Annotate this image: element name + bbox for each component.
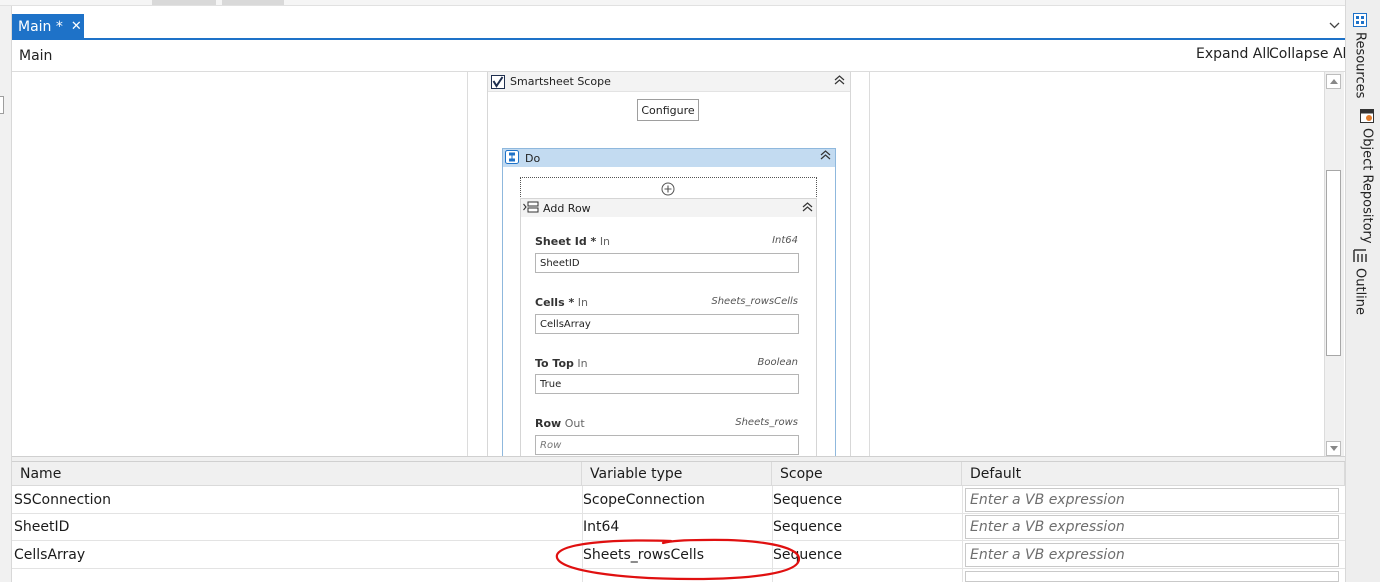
do-sequence-title: Do (525, 151, 541, 165)
default-value-input[interactable] (965, 571, 1339, 582)
close-icon[interactable]: ✕ (71, 19, 82, 34)
side-tab-label: Resources (1352, 32, 1368, 99)
red-annotation-ellipse (555, 538, 801, 581)
tab-main[interactable]: Main * ✕ (12, 14, 84, 39)
to-top-input[interactable]: True (535, 374, 799, 394)
default-value-input[interactable]: Enter a VB expression (965, 488, 1339, 512)
property-direction: In (577, 296, 588, 309)
property-direction: In (599, 235, 611, 248)
cells-input[interactable]: CellsArray (535, 314, 799, 334)
breadcrumb-bar (12, 40, 1345, 72)
collapse-activity-icon[interactable] (802, 202, 813, 215)
collapse-activity-icon[interactable] (834, 75, 845, 88)
property-type: Sheets_rows (735, 417, 798, 428)
scroll-down-arrow-icon[interactable] (1326, 441, 1341, 456)
property-type: Sheets_rowsCells (711, 296, 798, 307)
object-repository-icon (1359, 108, 1375, 124)
property-label: To Top In (535, 357, 588, 370)
property-direction: In (577, 357, 588, 370)
smartsheet-scope-title: Smartsheet Scope (510, 75, 611, 88)
default-value-input[interactable]: Enter a VB expression (965, 515, 1339, 539)
column-header-default[interactable]: Default (962, 462, 1345, 486)
row-divider (12, 513, 1345, 514)
property-label: Cells * In (535, 296, 588, 309)
variable-scope[interactable]: Sequence (773, 487, 842, 513)
column-header-scope[interactable]: Scope (772, 462, 962, 486)
property-type: Int64 (772, 235, 798, 246)
collapse-all-button[interactable]: Collapse All (1269, 46, 1350, 62)
top-strip-tab[interactable] (222, 0, 284, 5)
configure-button[interactable]: Configure (637, 99, 699, 121)
property-name: Row (535, 417, 562, 430)
add-row-header[interactable]: Add Row (521, 199, 816, 217)
breadcrumb[interactable]: Main (19, 48, 52, 64)
top-strip-tab[interactable] (152, 0, 216, 5)
column-header-variable-type[interactable]: Variable type (582, 462, 772, 486)
property-name: Sheet Id * (535, 235, 597, 248)
side-tab-label: Outline (1352, 268, 1368, 316)
expand-all-button[interactable]: Expand All (1196, 46, 1270, 62)
property-type: Boolean (757, 357, 799, 368)
add-row-title: Add Row (543, 201, 591, 215)
add-activity-icon[interactable] (661, 181, 675, 196)
property-label: Sheet Id * In (535, 235, 610, 248)
property-name: To Top (535, 357, 574, 370)
smartsheet-scope-header[interactable]: Smartsheet Scope (488, 72, 850, 92)
collapse-activity-icon[interactable] (820, 150, 831, 163)
add-row-icon (523, 201, 539, 216)
row-output-input[interactable]: Row (535, 435, 799, 455)
default-value-input[interactable]: Enter a VB expression (965, 543, 1339, 567)
property-label: Row Out (535, 417, 585, 430)
variable-type[interactable]: ScopeConnection (583, 487, 705, 513)
variable-name[interactable]: SheetID (14, 514, 69, 540)
do-sequence-header[interactable]: Do (503, 149, 835, 167)
side-tab-object-repository[interactable]: Object Repository (1352, 108, 1380, 244)
designer-canvas-right[interactable] (869, 72, 1324, 456)
variable-name[interactable]: CellsArray (14, 541, 85, 568)
chevron-down-icon[interactable] (1324, 14, 1344, 36)
scrollbar-thumb[interactable] (1326, 170, 1341, 356)
sequence-icon (505, 149, 519, 167)
tab-main-label: Main * (18, 18, 63, 35)
variable-name[interactable]: SSConnection (14, 487, 111, 513)
left-panel-edge (0, 6, 12, 582)
smartsheet-check-icon (491, 74, 505, 89)
side-tab-resources[interactable]: Resources (1352, 12, 1368, 98)
side-tab-label: Object Repository (1359, 128, 1375, 244)
outline-icon (1352, 248, 1368, 264)
scroll-up-arrow-icon[interactable] (1326, 74, 1341, 89)
sheet-id-input[interactable]: SheetID (535, 253, 799, 273)
property-direction: Out (564, 417, 585, 430)
column-header-name[interactable]: Name (12, 462, 582, 486)
left-panel-handle[interactable] (0, 96, 4, 114)
side-tab-outline[interactable]: Outline (1352, 248, 1368, 315)
resources-icon (1352, 12, 1368, 28)
property-name: Cells * (535, 296, 575, 309)
designer-canvas[interactable] (12, 72, 468, 456)
